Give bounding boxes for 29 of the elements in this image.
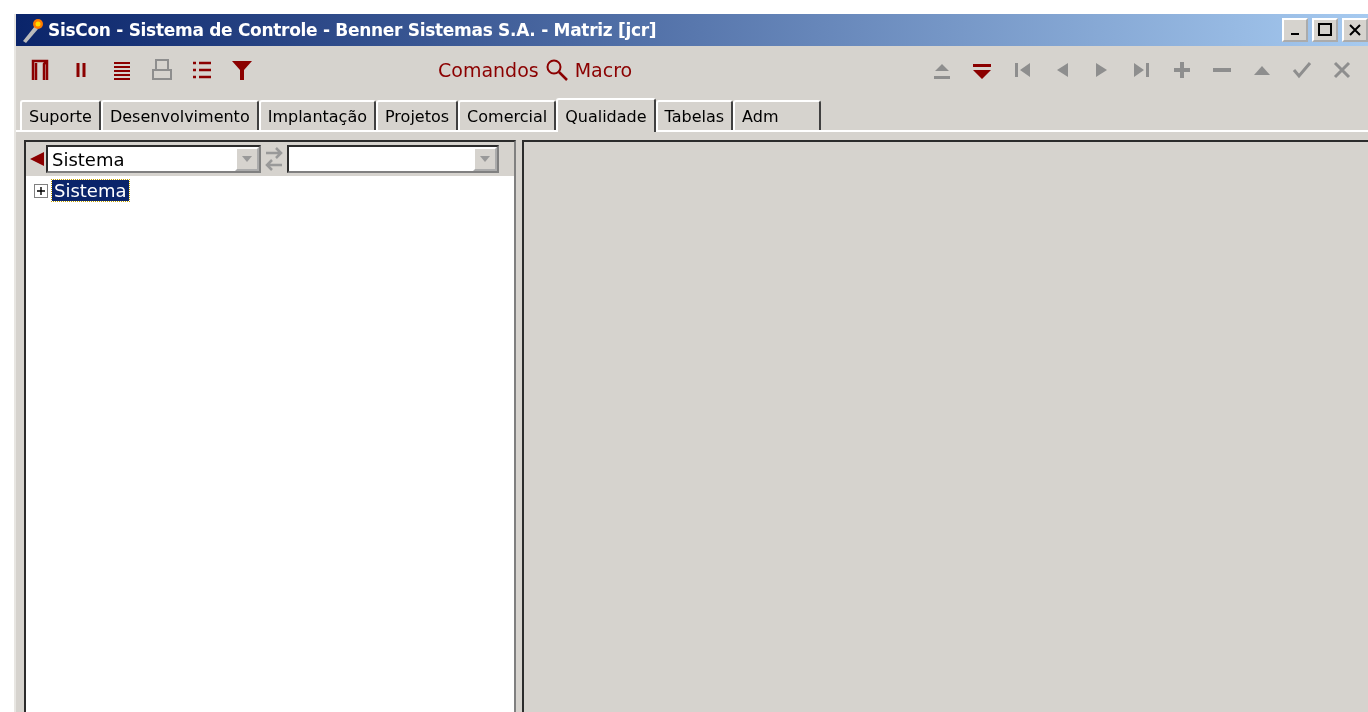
window-title: SisCon - Sistema de Controle - Benner Sistemas S.A. - Matriz [jcr]	[48, 20, 658, 40]
macro-button[interactable]: Macro	[568, 59, 639, 81]
tab[interactable]: Adm	[733, 100, 821, 130]
tab[interactable]: Suporte	[20, 100, 101, 130]
filter-combo[interactable]: Sistema	[46, 145, 261, 173]
left-arrow-icon	[30, 152, 44, 166]
tab[interactable]: Implantação	[258, 100, 376, 130]
tab[interactable]: Desenvolvimento	[100, 100, 259, 130]
tree-item[interactable]: Sistema	[52, 180, 129, 201]
maximize-icon	[1318, 23, 1332, 37]
torch-icon	[20, 17, 44, 43]
tab[interactable]: Tabelas	[655, 100, 734, 130]
tab[interactable]: Qualidade	[556, 98, 656, 132]
minimize-button[interactable]	[1282, 18, 1308, 42]
swap-icon[interactable]	[263, 145, 285, 173]
caret-icon	[242, 156, 252, 162]
minimize-icon	[1291, 33, 1299, 35]
tab[interactable]: Comercial	[458, 100, 557, 130]
expand-icon[interactable]	[34, 183, 48, 198]
search-icon[interactable]	[544, 58, 569, 82]
dropdown-button[interactable]	[235, 147, 259, 171]
tab[interactable]: Projetos	[376, 100, 459, 130]
close-icon	[1349, 24, 1361, 36]
dropdown-button[interactable]	[473, 147, 497, 171]
close-button[interactable]	[1342, 18, 1368, 42]
commands-button[interactable]: Comandos	[432, 59, 545, 81]
caret-icon	[480, 156, 490, 162]
maximize-button[interactable]	[1312, 18, 1338, 42]
second-combo[interactable]	[287, 145, 499, 173]
